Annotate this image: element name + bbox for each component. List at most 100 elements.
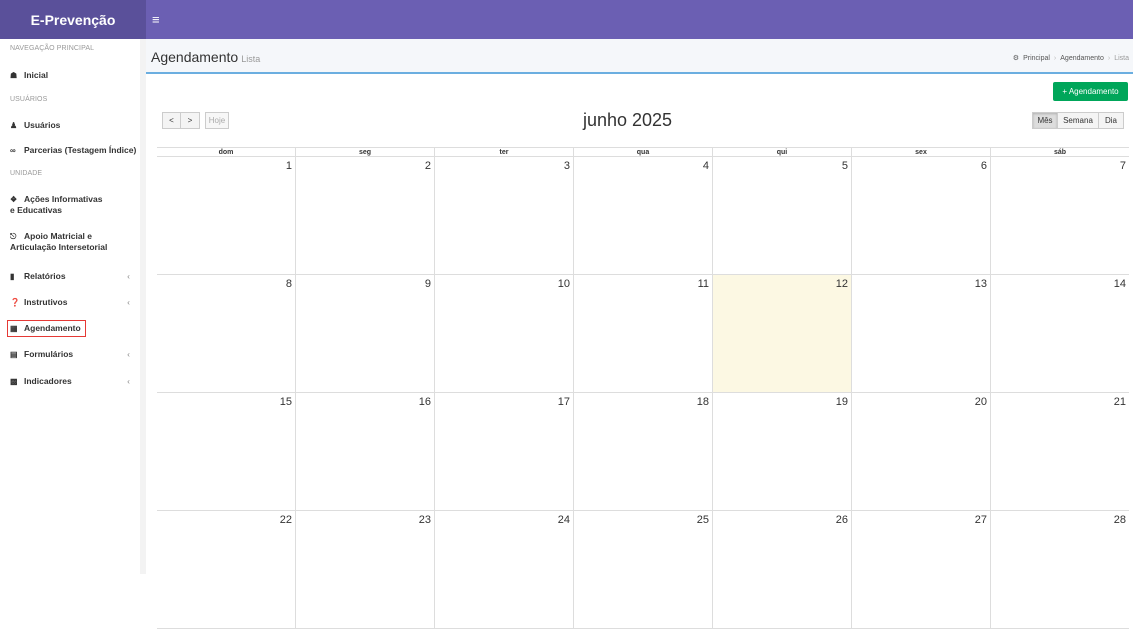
top-bar: E-Prevenção ≡ (0, 0, 1133, 39)
breadcrumb-principal[interactable]: Principal (1023, 55, 1050, 62)
calendar-day[interactable]: 14 (990, 275, 1129, 392)
day-number: 12 (835, 278, 848, 290)
sidebar-item-parcerias[interactable]: ∞ Parcerias (Testagem Índice) (10, 145, 140, 156)
chevron-left-icon: ‹ (127, 297, 130, 307)
day-number: 9 (424, 278, 431, 290)
navbar: ≡ (146, 0, 1133, 39)
calendar-day[interactable]: 28 (990, 511, 1129, 628)
calendar-day[interactable]: 21 (990, 393, 1129, 510)
calendar-day[interactable]: 27 (851, 511, 990, 628)
calendar-day[interactable]: 25 (573, 511, 712, 628)
sidebar-item-instrutivos[interactable]: ❓ Instrutivos ‹ (10, 297, 140, 308)
dashboard-icon: ⚙ (1012, 55, 1020, 62)
next-month-button[interactable]: > (181, 112, 200, 129)
calendar-day[interactable]: 9 (295, 275, 434, 392)
day-number: 18 (696, 396, 709, 408)
calendar-day[interactable]: 7 (990, 157, 1129, 274)
sidebar: NAVEGAÇÃO PRINCIPAL ☗ Inicial USUÁRIOS ♟… (0, 39, 146, 574)
calendar-day-today[interactable]: 12 (712, 275, 851, 392)
sidebar-item-apoio-line2[interactable]: Articulação Intersetorial (10, 242, 140, 253)
calendar-day[interactable]: 4 (573, 157, 712, 274)
calendar-day[interactable]: 18 (573, 393, 712, 510)
question-circle-icon: ❓ (10, 298, 20, 307)
calendar-nav: < > Hoje (162, 112, 229, 129)
calendar-day[interactable]: 5 (712, 157, 851, 274)
sidebar-item-label: Agendamento (24, 323, 81, 333)
sidebar-item-acoes-line2[interactable]: e Educativas (10, 205, 140, 216)
calendar-week: 22 23 24 25 26 27 28 (157, 511, 1129, 629)
calendar-day[interactable]: 23 (295, 511, 434, 628)
sidebar-item-acoes[interactable]: ❖ Ações Informativas (10, 194, 140, 205)
sidebar-item-agendamento[interactable]: ▦ Agendamento (7, 320, 86, 337)
calendar-icon: ▦ (10, 324, 18, 333)
calendar-day[interactable]: 22 (157, 511, 295, 628)
sidebar-header-nav: NAVEGAÇÃO PRINCIPAL (10, 45, 95, 52)
breadcrumb-separator: › (1053, 54, 1057, 62)
sidebar-item-usuarios[interactable]: ♟ Usuários (10, 120, 140, 131)
day-number: 8 (285, 278, 292, 290)
weekday-label: qua (573, 148, 712, 156)
weekday-label: sáb (990, 148, 1129, 156)
sidebar-item-relatorios[interactable]: ▮ Relatórios ‹ (10, 271, 140, 282)
sidebar-item-label: Inicial (24, 70, 49, 80)
sidebar-item-formularios[interactable]: ▤ Formulários ‹ (10, 349, 140, 360)
sidebar-item-label: Indicadores (24, 376, 72, 386)
sidebar-item-label: Apoio Matricial e (24, 231, 93, 241)
calendar-day[interactable]: 10 (434, 275, 573, 392)
add-agendamento-button[interactable]: + Agendamento (1053, 82, 1128, 101)
day-number: 19 (835, 396, 848, 408)
calendar-day[interactable]: 19 (712, 393, 851, 510)
view-week-button[interactable]: Semana (1058, 112, 1099, 129)
calendar-day[interactable]: 26 (712, 511, 851, 628)
calendar-day[interactable]: 24 (434, 511, 573, 628)
breadcrumb: ⚙ Principal › Agendamento › Lista (1012, 54, 1129, 63)
page-subtitle: Lista (241, 54, 261, 64)
day-number: 27 (974, 514, 987, 526)
info-circle-icon: ❖ (10, 195, 18, 204)
day-number: 14 (1113, 278, 1126, 290)
day-number: 28 (1113, 514, 1126, 526)
calendar-day[interactable]: 8 (157, 275, 295, 392)
calendar-day[interactable]: 15 (157, 393, 295, 510)
today-button[interactable]: Hoje (205, 112, 229, 129)
sidebar-header-unidade: UNIDADE (10, 170, 43, 177)
page-title-text: Agendamento (151, 49, 239, 65)
breadcrumb-agendamento[interactable]: Agendamento (1060, 55, 1104, 62)
sidebar-item-indicadores[interactable]: ▩ Indicadores ‹ (10, 376, 140, 387)
view-switcher: Mês Semana Dia (1032, 112, 1124, 129)
prev-month-button[interactable]: < (162, 112, 181, 129)
day-number: 11 (697, 278, 709, 290)
calendar-day[interactable]: 6 (851, 157, 990, 274)
calendar-day[interactable]: 20 (851, 393, 990, 510)
sidebar-item-inicial[interactable]: ☗ Inicial (10, 70, 140, 81)
calendar-title: junho 2025 (582, 110, 673, 130)
day-number: 6 (980, 160, 987, 172)
page-title: Agendamento Lista (151, 49, 260, 65)
view-day-button[interactable]: Dia (1099, 112, 1124, 129)
calendar-day[interactable]: 3 (434, 157, 573, 274)
day-number: 4 (702, 160, 709, 172)
calendar-day[interactable]: 16 (295, 393, 434, 510)
view-month-button[interactable]: Mês (1032, 112, 1058, 129)
sidebar-item-label: Ações Informativas (24, 194, 103, 204)
day-number: 26 (835, 514, 848, 526)
brand-logo[interactable]: E-Prevenção (0, 0, 146, 39)
day-number: 1 (285, 160, 292, 172)
day-number: 25 (696, 514, 709, 526)
calendar-day[interactable]: 17 (434, 393, 573, 510)
sidebar-item-label: Relatórios (24, 271, 66, 281)
sidebar-item-label: Instrutivos (24, 297, 68, 307)
day-number: 15 (279, 396, 292, 408)
calendar-day[interactable]: 11 (573, 275, 712, 392)
sidebar-item-apoio[interactable]: ⎋ Apoio Matricial e (10, 231, 140, 242)
day-number: 3 (563, 160, 570, 172)
menu-toggle-icon[interactable]: ≡ (152, 12, 160, 27)
calendar-grid: 1 2 3 4 5 6 7 8 9 10 11 12 13 14 15 16 17 18 19 20 21 22 23 24 2… (157, 157, 1129, 629)
sidebar-divider (140, 39, 146, 574)
calendar-day[interactable]: 1 (157, 157, 295, 274)
file-icon: ▮ (10, 272, 15, 281)
calendar-day[interactable]: 13 (851, 275, 990, 392)
content-header: Agendamento Lista ⚙ Principal › Agendamen… (146, 39, 1133, 74)
sidebar-header-users: USUÁRIOS (10, 96, 48, 103)
calendar-day[interactable]: 2 (295, 157, 434, 274)
